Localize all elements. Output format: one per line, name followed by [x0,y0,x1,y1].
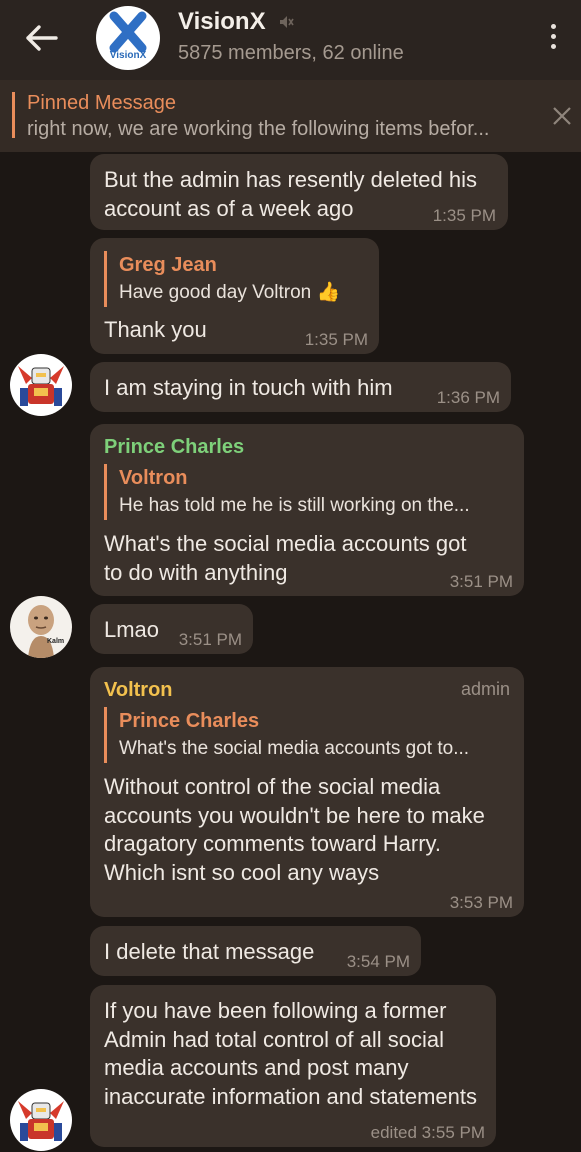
reply-text: What's the social media accounts got to.… [119,738,470,759]
message-text: If you have been following a former Admi… [104,998,477,1109]
back-button[interactable] [22,22,62,54]
message-text: Thank you [104,317,207,342]
user-avatar[interactable] [10,354,72,416]
message-text: But the admin has resently deleted his a… [104,167,478,221]
message-time: 1:36 PM [436,388,500,407]
message-bubble[interactable]: Greg Jean Have good day Voltron 👍 Thank … [90,238,379,354]
member-count: 5875 members, 62 online [178,42,404,64]
robot-avatar-icon [18,1101,64,1141]
more-dot-icon [551,24,556,29]
reply-quote[interactable]: Voltron He has told me he is still worki… [104,464,470,520]
sender-name[interactable]: Voltron [104,679,173,702]
pinned-accent-bar [12,92,15,138]
robot-avatar-icon [18,366,64,406]
logo-text: VisionX [109,50,147,61]
close-pinned-button[interactable] [550,104,574,128]
sender-name[interactable]: Prince Charles [104,436,244,459]
message-time: edited 3:55 PM [370,1123,485,1142]
more-dot-icon [551,44,556,49]
pinned-label: Pinned Message [27,92,176,114]
message-time: 1:35 PM [432,206,496,225]
user-avatar[interactable]: Kalm [10,596,72,658]
message-bubble[interactable]: But the admin has resently deleted his a… [90,154,508,230]
group-title[interactable]: VisionX [178,8,266,36]
reply-text: He has told me he is still working on th… [119,495,470,516]
pinned-text: right now, we are working the following … [27,118,490,140]
message-text: Lmao [104,617,160,642]
message-text: I delete that message [104,939,315,964]
message-bubble[interactable]: I am staying in touch with him 1:36 PM [90,362,511,412]
message-time: 3:51 PM [449,572,513,591]
more-dot-icon [551,34,556,39]
muted-icon [278,14,294,30]
back-arrow-icon [26,25,58,51]
reply-text: Have good day Voltron 👍 [119,282,341,303]
chat-header: VisionX VisionX 5875 members, 62 online [0,0,581,80]
admin-badge: admin [460,679,510,699]
group-avatar[interactable]: VisionX [96,6,160,70]
message-text: I am staying in touch with him [104,375,393,400]
avatar-label: Kalm [47,638,65,645]
reply-author: Voltron [119,467,188,489]
message-time: 3:53 PM [449,893,513,912]
message-time: 3:51 PM [178,630,242,649]
message-text: What's the social media accounts got to … [104,531,467,585]
user-avatar[interactable] [10,1089,72,1151]
message-time: 3:54 PM [346,952,410,971]
message-time: 1:35 PM [304,330,368,349]
more-options-button[interactable] [540,22,568,52]
reply-author: Prince Charles [119,710,260,732]
close-icon [553,107,571,125]
message-bubble[interactable]: If you have been following a former Admi… [90,985,496,1147]
reply-quote[interactable]: Prince Charles What's the social media a… [104,707,469,763]
reply-quote[interactable]: Greg Jean Have good day Voltron 👍 [104,251,340,307]
message-bubble[interactable]: I delete that message 3:54 PM [90,926,421,976]
pinned-message-bar[interactable]: Pinned Message right now, we are working… [0,80,581,152]
message-text: Without control of the social media acco… [104,774,485,885]
message-bubble[interactable]: Lmao 3:51 PM [90,604,253,654]
message-bubble[interactable]: Prince Charles Voltron He has told me he… [90,424,524,596]
message-bubble[interactable]: Voltron admin Prince Charles What's the … [90,667,524,917]
meme-man-avatar-icon [28,605,54,658]
reply-author: Greg Jean [119,254,217,276]
